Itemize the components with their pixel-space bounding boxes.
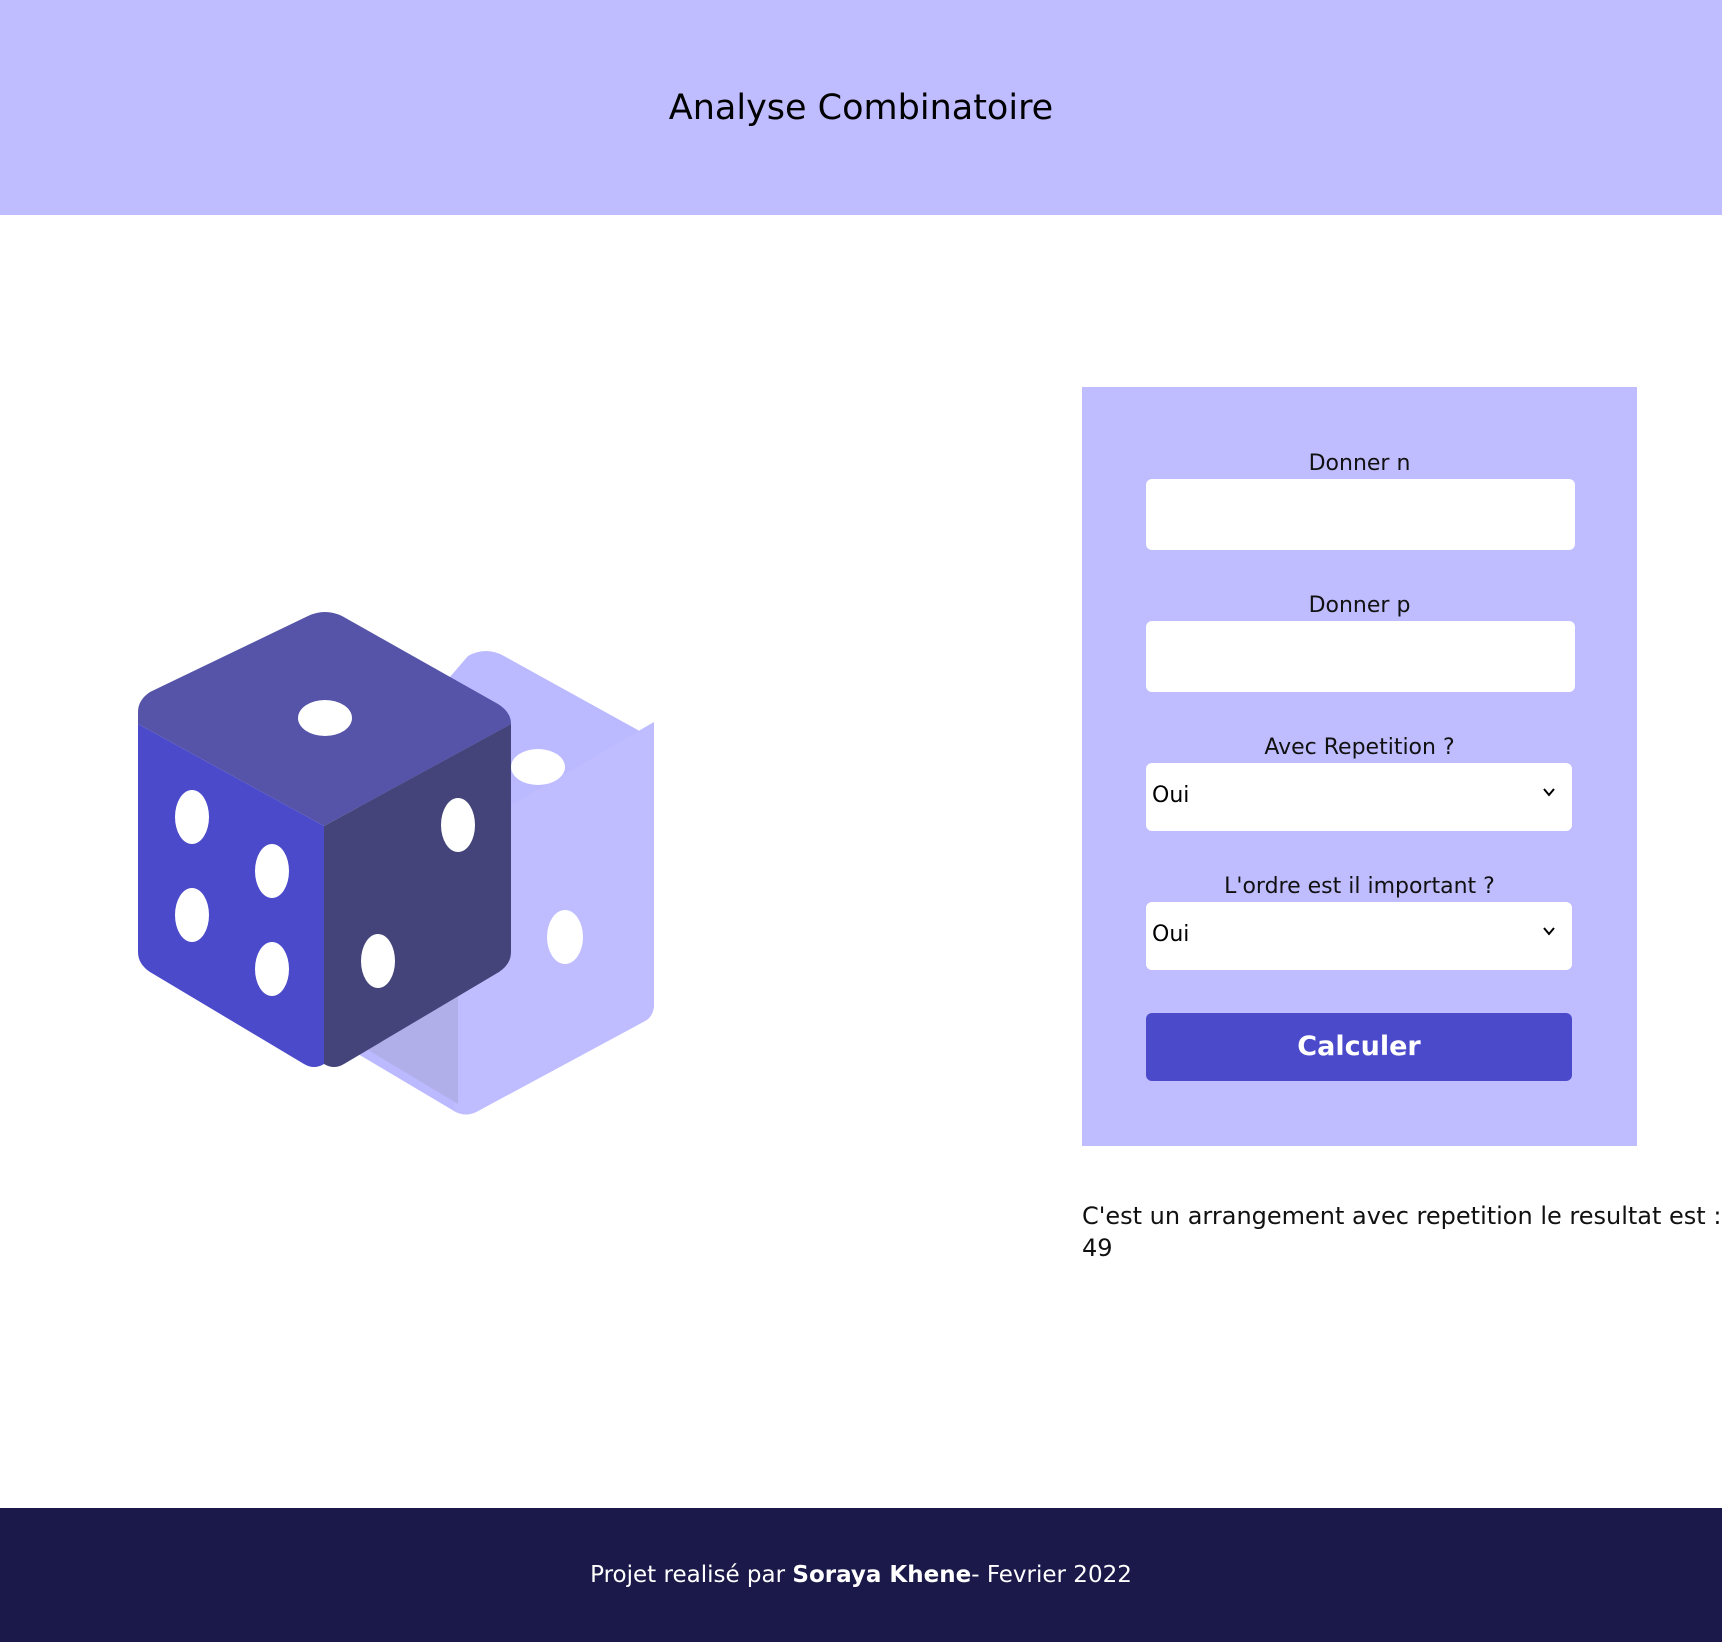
form-card: Donner n Donner p Avec Repetition ? Oui …: [1082, 387, 1637, 1146]
p-input[interactable]: [1146, 621, 1575, 692]
order-label: L'ordre est il important ?: [1224, 874, 1495, 899]
repetition-label: Avec Repetition ?: [1264, 735, 1455, 760]
calculate-button[interactable]: Calculer: [1146, 1013, 1572, 1081]
dice-illustration: [138, 612, 654, 1115]
n-input[interactable]: [1146, 479, 1575, 550]
footer-prefix: Projet realisé par: [590, 1562, 793, 1588]
page-title: Analyse Combinatoire: [668, 88, 1054, 128]
header: Analyse Combinatoire: [0, 0, 1722, 215]
repetition-select[interactable]: Oui: [1146, 763, 1572, 831]
p-label: Donner p: [1308, 593, 1411, 618]
repetition-select-value: Oui: [1152, 783, 1190, 808]
footer-suffix: - Fevrier 2022: [971, 1562, 1132, 1588]
result-text: C'est un arrangement avec repetition le …: [1082, 1202, 1722, 1262]
footer: Projet realisé par Soraya Khene- Fevrier…: [0, 1508, 1722, 1642]
footer-credit: Projet realisé par Soraya Khene- Fevrier…: [0, 1562, 1722, 1588]
order-select[interactable]: Oui: [1146, 902, 1572, 970]
order-select-value: Oui: [1152, 922, 1190, 947]
n-label: Donner n: [1308, 451, 1411, 476]
chevron-down-icon: [1543, 927, 1555, 936]
page: Analyse Combinatoire Donner n Donner p A…: [0, 0, 1722, 1642]
chevron-down-icon: [1543, 788, 1555, 797]
footer-author: Soraya Khene: [792, 1562, 972, 1588]
